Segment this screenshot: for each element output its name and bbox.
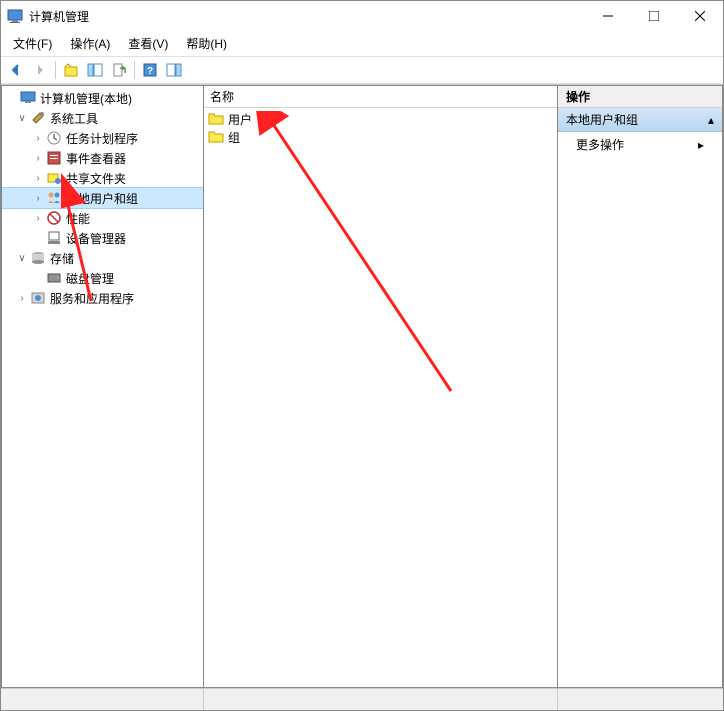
- computer-icon: [20, 90, 36, 106]
- export-button[interactable]: [108, 59, 130, 81]
- tree-device-manager[interactable]: 设备管理器: [2, 228, 203, 248]
- users-icon: [46, 190, 62, 206]
- expander-icon[interactable]: ›: [30, 193, 46, 204]
- tree-panel[interactable]: 计算机管理(本地) ∨ 系统工具 › 任务计划程序 › 事件查看器: [1, 85, 204, 688]
- list-body[interactable]: 用户 组: [204, 108, 557, 687]
- tree-label: 系统工具: [50, 110, 98, 127]
- tree-label: 共享文件夹: [66, 170, 126, 187]
- folder-icon: [208, 111, 224, 127]
- clock-icon: [46, 130, 62, 146]
- collapse-icon: ▴: [708, 113, 714, 127]
- list-item-users[interactable]: 用户: [204, 110, 557, 128]
- shared-icon: [46, 170, 62, 186]
- tree-label: 设备管理器: [66, 230, 126, 247]
- expander-icon[interactable]: ∨: [14, 113, 30, 124]
- expander-icon[interactable]: ›: [14, 293, 30, 304]
- storage-icon: [30, 250, 46, 266]
- tree-label: 事件查看器: [66, 150, 126, 167]
- tree-shared-folders[interactable]: › 共享文件夹: [2, 168, 203, 188]
- disk-icon: [46, 270, 62, 286]
- chevron-right-icon: ▸: [698, 138, 704, 152]
- tree-label: 磁盘管理: [66, 270, 114, 287]
- statusbar: [1, 688, 723, 710]
- window-title: 计算机管理: [29, 8, 585, 25]
- expander-icon[interactable]: ›: [30, 133, 46, 144]
- tree-storage[interactable]: ∨ 存储: [2, 248, 203, 268]
- menu-file[interactable]: 文件(F): [5, 33, 60, 54]
- services-icon: [30, 290, 46, 306]
- tree-label: 本地用户和组: [66, 190, 138, 207]
- app-icon: [7, 8, 23, 24]
- tree-local-users-groups[interactable]: › 本地用户和组: [2, 188, 203, 208]
- tree-performance[interactable]: › 性能: [2, 208, 203, 228]
- list-label: 组: [228, 129, 240, 146]
- expander-icon[interactable]: ›: [30, 153, 46, 164]
- menubar: 文件(F) 操作(A) 查看(V) 帮助(H): [1, 31, 723, 56]
- action-group-header[interactable]: 本地用户和组 ▴: [558, 108, 722, 132]
- svg-text:?: ?: [147, 66, 153, 77]
- help-button[interactable]: ?: [139, 59, 161, 81]
- tree-system-tools[interactable]: ∨ 系统工具: [2, 108, 203, 128]
- tree-label: 性能: [66, 210, 90, 227]
- show-hide-tree-button[interactable]: [84, 59, 106, 81]
- tree: 计算机管理(本地) ∨ 系统工具 › 任务计划程序 › 事件查看器: [2, 86, 203, 310]
- tree-task-scheduler[interactable]: › 任务计划程序: [2, 128, 203, 148]
- tools-icon: [30, 110, 46, 126]
- menu-action[interactable]: 操作(A): [62, 33, 118, 54]
- column-header-name[interactable]: 名称: [204, 86, 557, 108]
- tree-label: 存储: [50, 250, 74, 267]
- separator: [134, 61, 135, 79]
- separator: [55, 61, 56, 79]
- tree-disk-management[interactable]: 磁盘管理: [2, 268, 203, 288]
- tree-event-viewer[interactable]: › 事件查看器: [2, 148, 203, 168]
- show-hide-action-button[interactable]: [163, 59, 185, 81]
- up-button[interactable]: [60, 59, 82, 81]
- list-label: 用户: [228, 111, 252, 128]
- content-area: 计算机管理(本地) ∨ 系统工具 › 任务计划程序 › 事件查看器: [1, 84, 723, 688]
- tree-label: 任务计划程序: [66, 130, 138, 147]
- expander-icon[interactable]: ›: [30, 213, 46, 224]
- folder-icon: [208, 129, 224, 145]
- titlebar: 计算机管理: [1, 1, 723, 31]
- tree-label: 服务和应用程序: [50, 290, 134, 307]
- status-cell: [558, 689, 723, 710]
- menu-view[interactable]: 查看(V): [120, 33, 176, 54]
- close-button[interactable]: [677, 1, 723, 31]
- tree-root[interactable]: 计算机管理(本地): [2, 88, 203, 108]
- action-more[interactable]: 更多操作 ▸: [558, 132, 722, 157]
- device-icon: [46, 230, 62, 246]
- window-controls: [585, 1, 723, 31]
- list-item-groups[interactable]: 组: [204, 128, 557, 146]
- action-panel: 操作 本地用户和组 ▴ 更多操作 ▸: [558, 85, 723, 688]
- forward-button[interactable]: [29, 59, 51, 81]
- action-label: 更多操作: [576, 136, 624, 153]
- action-group-label: 本地用户和组: [566, 111, 638, 128]
- maximize-button[interactable]: [631, 1, 677, 31]
- list-panel: 名称 用户 组: [204, 85, 558, 688]
- toolbar: ?: [1, 56, 723, 84]
- status-cell: [1, 689, 204, 710]
- expander-icon[interactable]: ∨: [14, 253, 30, 264]
- computer-management-window: 计算机管理 文件(F) 操作(A) 查看(V) 帮助(H) ? 计算: [0, 0, 724, 711]
- back-button[interactable]: [5, 59, 27, 81]
- tree-services-apps[interactable]: › 服务和应用程序: [2, 288, 203, 308]
- action-header: 操作: [558, 86, 722, 108]
- tree-label: 计算机管理(本地): [40, 90, 132, 107]
- status-cell: [204, 689, 558, 710]
- menu-help[interactable]: 帮助(H): [178, 33, 235, 54]
- performance-icon: [46, 210, 62, 226]
- event-icon: [46, 150, 62, 166]
- expander-icon[interactable]: ›: [30, 173, 46, 184]
- minimize-button[interactable]: [585, 1, 631, 31]
